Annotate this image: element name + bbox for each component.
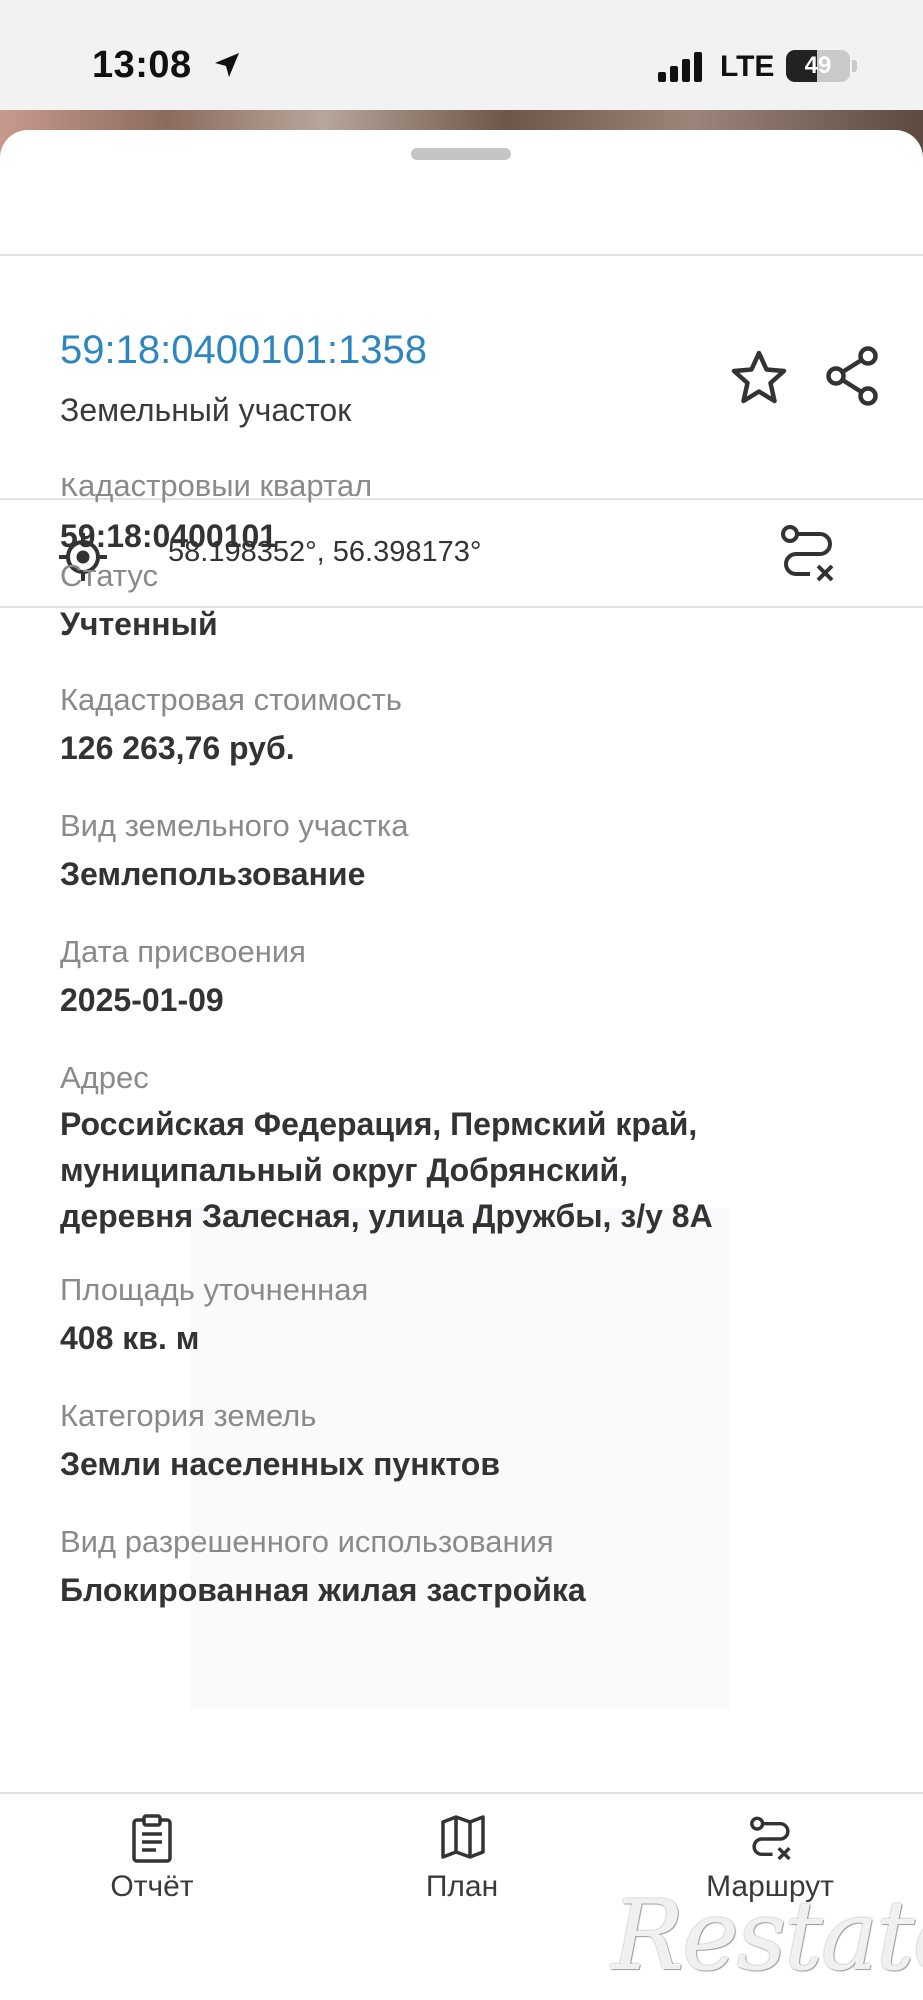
field-label: Вид разрешенного использования <box>60 1524 554 1559</box>
details-list[interactable]: Кадастровый квартал 59:18:0400101 Статус… <box>0 478 923 1790</box>
watermark-logo: Restate <box>612 1880 923 1992</box>
field-label: Категория земель <box>60 1398 317 1433</box>
battery-indicator: 49 <box>786 50 850 82</box>
field-label: Статус <box>60 558 158 593</box>
field-label: Кадастровый квартал <box>60 478 373 503</box>
field-label: Дата присвоения <box>60 934 306 969</box>
field-value[interactable]: 408 кв. м <box>60 1314 199 1362</box>
tab-plan[interactable]: План <box>342 1794 582 1934</box>
address-line-3[interactable]: деревня Залесная, улица Дружбы, з/у 8А <box>60 1192 713 1240</box>
sheet-grabber[interactable] <box>411 148 511 160</box>
field-label: Кадастровая стоимость <box>60 682 402 717</box>
field-label: Вид земельного участка <box>60 808 409 843</box>
address-line-1[interactable]: Российская Федерация, Пермский край, <box>60 1100 697 1148</box>
address-line-2[interactable]: муниципальный округ Добрянский, <box>60 1146 628 1194</box>
field-value[interactable]: Землепользование <box>60 850 365 898</box>
share-icon[interactable] <box>822 344 882 408</box>
field-value[interactable]: Блокированная жилая застройка <box>60 1566 586 1614</box>
status-bar: 13:08 LTE 49 <box>0 0 923 110</box>
field-value[interactable]: Земли населенных пунктов <box>60 1440 500 1488</box>
field-value[interactable]: Учтенный <box>60 600 218 648</box>
tab-label: План <box>425 1870 499 1903</box>
status-time: 13:08 <box>92 44 192 86</box>
field-value[interactable]: 2025-01-09 <box>60 976 224 1024</box>
tab-report[interactable]: Отчёт <box>32 1794 272 1934</box>
cadastral-number[interactable]: 59:18:0400101:1358 <box>60 328 427 373</box>
map-icon <box>441 1815 485 1859</box>
divider <box>0 254 923 256</box>
clipboard-icon <box>132 1814 172 1863</box>
cellular-signal-icon <box>658 52 702 82</box>
battery-nub <box>852 60 857 72</box>
battery-percent: 49 <box>804 52 832 79</box>
field-label: Площадь уточненная <box>60 1272 369 1307</box>
field-label: Адрес <box>60 1060 149 1095</box>
route-icon <box>750 1816 791 1861</box>
location-arrow-icon <box>215 53 239 77</box>
field-value[interactable]: 59:18:0400101 <box>60 512 277 560</box>
tab-label: Отчёт <box>110 1870 194 1903</box>
object-type: Земельный участок <box>60 392 352 428</box>
star-icon[interactable] <box>728 348 790 408</box>
field-value[interactable]: 126 263,76 руб. <box>60 724 295 772</box>
network-type: LTE <box>720 50 775 83</box>
